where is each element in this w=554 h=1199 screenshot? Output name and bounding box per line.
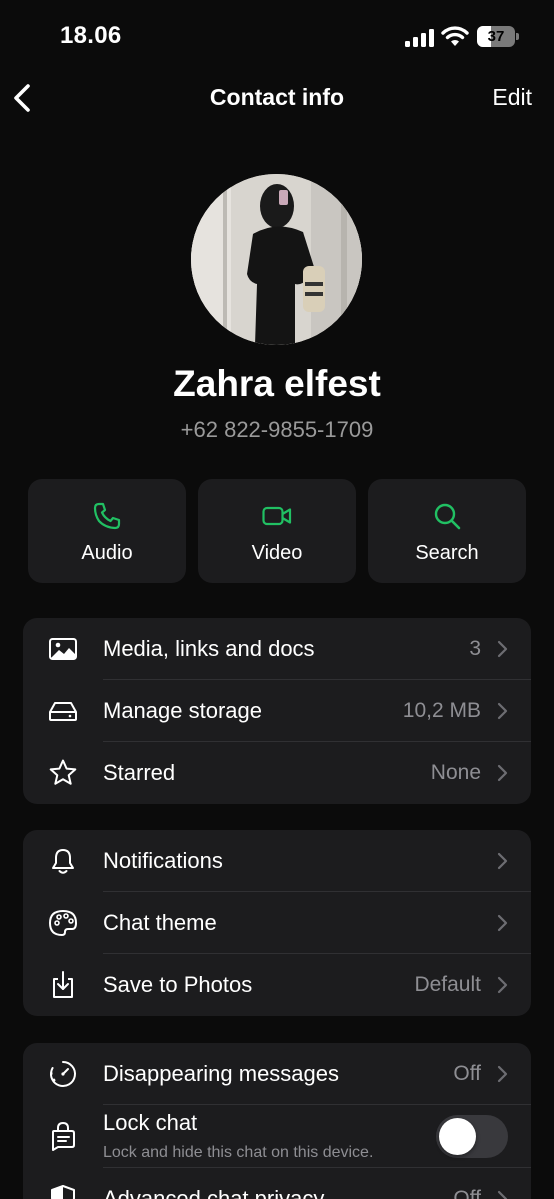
disappearing-messages-row[interactable]: Disappearing messages Off [23, 1043, 531, 1105]
battery-level: 37 [487, 28, 505, 45]
download-icon [53, 971, 73, 998]
advanced-chat-privacy-label: Advanced chat privacy [103, 1186, 325, 1199]
avatar[interactable] [191, 174, 362, 345]
chevron-right-icon [497, 1065, 508, 1083]
advanced-chat-privacy-value: Off [453, 1187, 481, 1199]
timer-icon [50, 1061, 76, 1087]
video-camera-icon [262, 506, 292, 526]
cellular-signal-icon [405, 29, 434, 47]
chevron-right-icon [497, 764, 508, 782]
chevron-right-icon [497, 852, 508, 870]
shield-icon [51, 1185, 75, 1199]
media-group: Media, links and docs 3 Manage storage 1… [23, 618, 531, 804]
lock-chat-label: Lock chat [103, 1110, 198, 1135]
chevron-right-icon [497, 1190, 508, 1199]
phone-icon [93, 502, 121, 530]
contact-phone: +62 822-9855-1709 [180, 417, 374, 442]
image-icon [49, 638, 77, 660]
search-icon [434, 503, 461, 530]
chevron-right-icon [497, 702, 508, 720]
media-links-docs-label: Media, links and docs [103, 636, 315, 661]
settings-group: Notifications Chat theme Save to Photos … [23, 830, 531, 1016]
privacy-group: Disappearing messages Off Lock chat Lock… [23, 1043, 531, 1199]
lock-chat-icon [52, 1121, 75, 1151]
manage-storage-label: Manage storage [103, 698, 262, 723]
chevron-right-icon [497, 640, 508, 658]
edit-button[interactable]: Edit [492, 84, 532, 111]
media-count: 3 [469, 637, 481, 660]
chat-theme-row[interactable]: Chat theme [23, 892, 531, 954]
save-to-photos-row[interactable]: Save to Photos Default [23, 954, 531, 1016]
search-label: Search [415, 542, 479, 564]
lock-chat-subtitle: Lock and hide this chat on this device. [103, 1144, 374, 1161]
starred-label: Starred [103, 760, 176, 785]
starred-row[interactable]: Starred None [23, 742, 531, 804]
lock-chat-row: Lock chat Lock and hide this chat on thi… [23, 1105, 531, 1168]
manage-storage-row[interactable]: Manage storage 10,2 MB [23, 680, 531, 742]
profile-photo [191, 174, 362, 345]
media-links-docs-row[interactable]: Media, links and docs 3 [23, 618, 531, 680]
battery-indicator: 37 [477, 26, 519, 47]
search-button[interactable]: Search [368, 479, 526, 583]
page-title: Contact info [209, 84, 345, 110]
disappearing-messages-label: Disappearing messages [103, 1061, 340, 1086]
toggle-knob [439, 1118, 476, 1155]
disappearing-messages-value: Off [453, 1062, 481, 1085]
wifi-icon [441, 26, 469, 46]
status-time: 18.06 [60, 22, 122, 49]
storage-icon [49, 702, 77, 721]
chat-theme-label: Chat theme [103, 910, 217, 935]
status-bar: 18.06 37 [0, 0, 554, 74]
notifications-row[interactable]: Notifications [23, 830, 531, 892]
palette-icon [49, 910, 77, 936]
back-button[interactable] [8, 80, 38, 116]
lock-chat-toggle[interactable] [436, 1115, 508, 1158]
starred-value: None [430, 761, 481, 784]
chevron-right-icon [497, 976, 508, 994]
contact-name: Zahra elfest [173, 363, 381, 404]
save-to-photos-value: Default [414, 973, 481, 996]
star-icon [49, 759, 77, 785]
notifications-label: Notifications [103, 848, 223, 873]
video-call-button[interactable]: Video [198, 479, 356, 583]
save-to-photos-label: Save to Photos [103, 972, 253, 997]
bell-icon [52, 849, 74, 874]
storage-size: 10,2 MB [402, 699, 481, 722]
video-call-label: Video [251, 542, 303, 564]
advanced-chat-privacy-row[interactable]: Advanced chat privacy Off [23, 1168, 531, 1199]
audio-call-button[interactable]: Audio [28, 479, 186, 583]
audio-call-label: Audio [81, 542, 133, 564]
chevron-right-icon [497, 914, 508, 932]
